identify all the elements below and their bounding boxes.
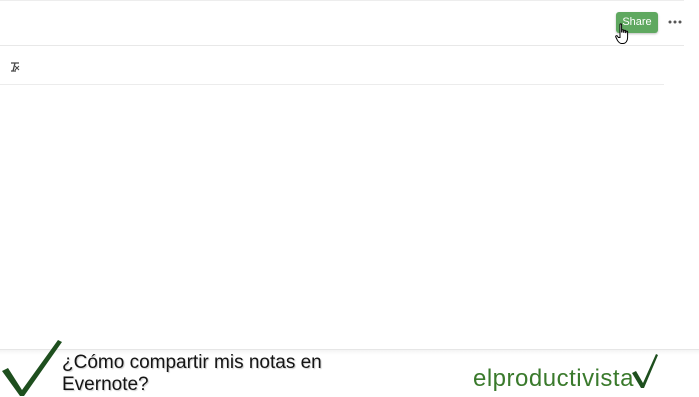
toolbar-top-divider bbox=[0, 0, 684, 1]
formatting-bar bbox=[0, 46, 664, 84]
checkmark-icon bbox=[2, 340, 62, 396]
brand-name: elproductivista bbox=[473, 365, 634, 392]
hand-pointer-cursor-icon bbox=[615, 23, 629, 44]
caption-question: ¿Cómo compartir mis notas en Evernote? bbox=[62, 352, 322, 395]
brand-checkmark-icon bbox=[632, 354, 658, 388]
clear-formatting-icon[interactable] bbox=[9, 61, 21, 73]
note-toolbar: Share bbox=[0, 0, 699, 46]
evernote-note-screen: Share ¿Cómo compartir mis notas en Evern… bbox=[0, 0, 699, 397]
note-editor-body[interactable] bbox=[0, 85, 664, 347]
more-options-icon[interactable] bbox=[667, 14, 683, 30]
